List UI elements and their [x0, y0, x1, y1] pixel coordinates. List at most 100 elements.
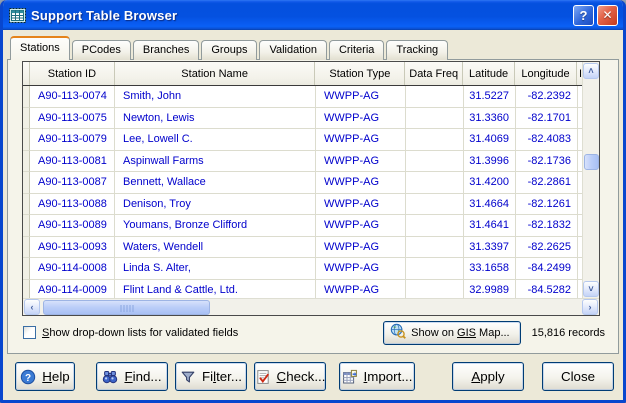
table-row[interactable]: A90-113-0093Waters, WendellWWPP-AG31.339… [23, 237, 582, 259]
cell-data-freq [406, 194, 464, 216]
globe-magnifier-icon [390, 323, 406, 342]
header-selector-cell [23, 62, 30, 85]
scroll-left-button[interactable]: ‹ [24, 299, 40, 315]
row-selector-cell [23, 215, 30, 237]
scroll-up-button[interactable]: ˄ [583, 63, 599, 79]
cell-longitude: -82.1832 [516, 215, 578, 237]
validated-fields-checkbox-label[interactable]: Show drop-down lists for validated field… [42, 327, 238, 339]
tab-pcodes[interactable]: PCodes [72, 40, 131, 60]
cell-station-id: A90-113-0087 [30, 172, 115, 194]
filter-button-label: Filter... [202, 369, 242, 384]
cell-data-freq [406, 151, 464, 173]
cell-latitude: 31.4069 [464, 129, 516, 151]
row-selector-cell [23, 172, 30, 194]
gis-button-label: Show on GIS Map... [411, 327, 509, 339]
vertical-scrollbar[interactable]: ˄ ˅ [582, 62, 599, 298]
import-button[interactable]: Import... [339, 362, 415, 391]
titlebar[interactable]: Support Table Browser ? ✕ [3, 0, 623, 30]
cell-latitude: 31.4200 [464, 172, 516, 194]
cell-station-name: Waters, Wendell [115, 237, 316, 259]
cell-longitude: -82.2625 [516, 237, 578, 259]
cell-station-id: A90-113-0088 [30, 194, 115, 216]
tab-branches[interactable]: Branches [133, 40, 199, 60]
titlebar-help-button[interactable]: ? [573, 5, 594, 26]
cell-longitude: -84.5282 [516, 280, 578, 299]
cell-station-id: A90-114-0008 [30, 258, 115, 280]
cell-latitude: 32.9989 [464, 280, 516, 299]
table-row[interactable]: A90-113-0075Newton, LewisWWPP-AG31.3360-… [23, 108, 582, 130]
column-header-station-type[interactable]: Station Type [315, 62, 405, 85]
tab-stations[interactable]: Stations [10, 36, 70, 60]
tab-criteria[interactable]: Criteria [329, 40, 384, 60]
row-selector-cell [23, 108, 30, 130]
table-row[interactable]: A90-113-0088Denison, TroyWWPP-AG31.4664-… [23, 194, 582, 216]
check-button[interactable]: Check... [254, 362, 326, 391]
table-footer: Show drop-down lists for validated field… [17, 320, 609, 345]
cell-station-type: WWPP-AG [316, 280, 406, 299]
cell-station-type: WWPP-AG [316, 172, 406, 194]
tab-tracking[interactable]: Tracking [386, 40, 448, 60]
cell-station-name: Linda S. Alter, [115, 258, 316, 280]
table-row[interactable]: A90-113-0089Youmans, Bronze CliffordWWPP… [23, 215, 582, 237]
table-row[interactable]: A90-114-0009Flint Land & Cattle, Ltd.WWP… [23, 280, 582, 299]
cell-data-freq [406, 86, 464, 108]
column-header-station-name[interactable]: Station Name [115, 62, 316, 85]
apply-button[interactable]: Apply [452, 362, 524, 391]
cell-station-name: Bennett, Wallace [115, 172, 316, 194]
window-title: Support Table Browser [31, 8, 570, 23]
check-button-label: Check... [277, 369, 326, 384]
cell-data-freq [406, 129, 464, 151]
cell-longitude: -82.2392 [516, 86, 578, 108]
row-selector-cell [23, 129, 30, 151]
help-icon: ? [20, 369, 36, 385]
close-button[interactable]: Close [542, 362, 614, 391]
dialog-body: StationsPCodesBranchesGroupsValidationCr… [3, 30, 623, 400]
import-button-label: Import... [364, 369, 413, 384]
filter-button[interactable]: Filter... [175, 362, 247, 391]
find-icon [102, 369, 118, 385]
table-row[interactable]: A90-113-0079Lee, Lowell C.WWPP-AG31.4069… [23, 129, 582, 151]
row-selector-cell [23, 280, 30, 299]
column-header-longitude[interactable]: Longitude [515, 62, 577, 85]
titlebar-close-button[interactable]: ✕ [597, 5, 618, 26]
cell-data-freq [406, 108, 464, 130]
vertical-scroll-thumb[interactable] [584, 154, 599, 170]
tab-validation[interactable]: Validation [259, 40, 327, 60]
help-button[interactable]: ?Help [15, 362, 75, 391]
stations-table: Station IDStation NameStation TypeData F… [22, 61, 600, 316]
column-header-station-id[interactable]: Station ID [30, 62, 115, 85]
table-row[interactable]: A90-113-0081Aspinwall FarmsWWPP-AG31.399… [23, 151, 582, 173]
cell-latitude: 31.4664 [464, 194, 516, 216]
cell-station-id: A90-113-0081 [30, 151, 115, 173]
tab-groups[interactable]: Groups [201, 40, 257, 60]
table-row[interactable]: A90-114-0008Linda S. Alter,WWPP-AG33.165… [23, 258, 582, 280]
find-button[interactable]: Find... [96, 362, 168, 391]
column-header-data-freq[interactable]: Data Freq [405, 62, 463, 85]
row-selector-cell [23, 194, 30, 216]
show-on-gis-map-button[interactable]: Show on GIS Map... [383, 321, 520, 345]
apply-button-label: Apply [471, 369, 504, 384]
column-header-latitude[interactable]: Latitude [463, 62, 515, 85]
horizontal-scrollbar[interactable]: ‹ › [23, 298, 599, 315]
row-selector-cell [23, 258, 30, 280]
cell-station-type: WWPP-AG [316, 108, 406, 130]
scroll-down-button[interactable]: ˅ [583, 281, 599, 297]
table-header-row: Station IDStation NameStation TypeData F… [23, 62, 582, 86]
cell-latitude: 31.3996 [464, 151, 516, 173]
table-row[interactable]: A90-113-0074Smith, JohnWWPP-AG31.5227-82… [23, 86, 582, 108]
close-button-label: Close [561, 369, 595, 384]
validated-fields-checkbox[interactable] [23, 326, 36, 339]
stations-tab-page: Station IDStation NameStation TypeData F… [7, 59, 619, 354]
cell-station-name: Smith, John [115, 86, 316, 108]
row-selector-cell [23, 237, 30, 259]
cell-station-id: A90-113-0079 [30, 129, 115, 151]
cell-data-freq [406, 237, 464, 259]
filter-icon [180, 369, 196, 385]
cell-longitude: -82.1261 [516, 194, 578, 216]
table-row[interactable]: A90-113-0087Bennett, WallaceWWPP-AG 31.42… [23, 172, 582, 194]
cell-latitude: 31.4641 [464, 215, 516, 237]
horizontal-scroll-thumb[interactable] [43, 300, 210, 315]
cell-station-type: WWPP-AG [316, 215, 406, 237]
scroll-right-button[interactable]: › [582, 299, 598, 315]
table-body: A90-113-0074Smith, JohnWWPP-AG31.5227-82… [23, 86, 582, 298]
